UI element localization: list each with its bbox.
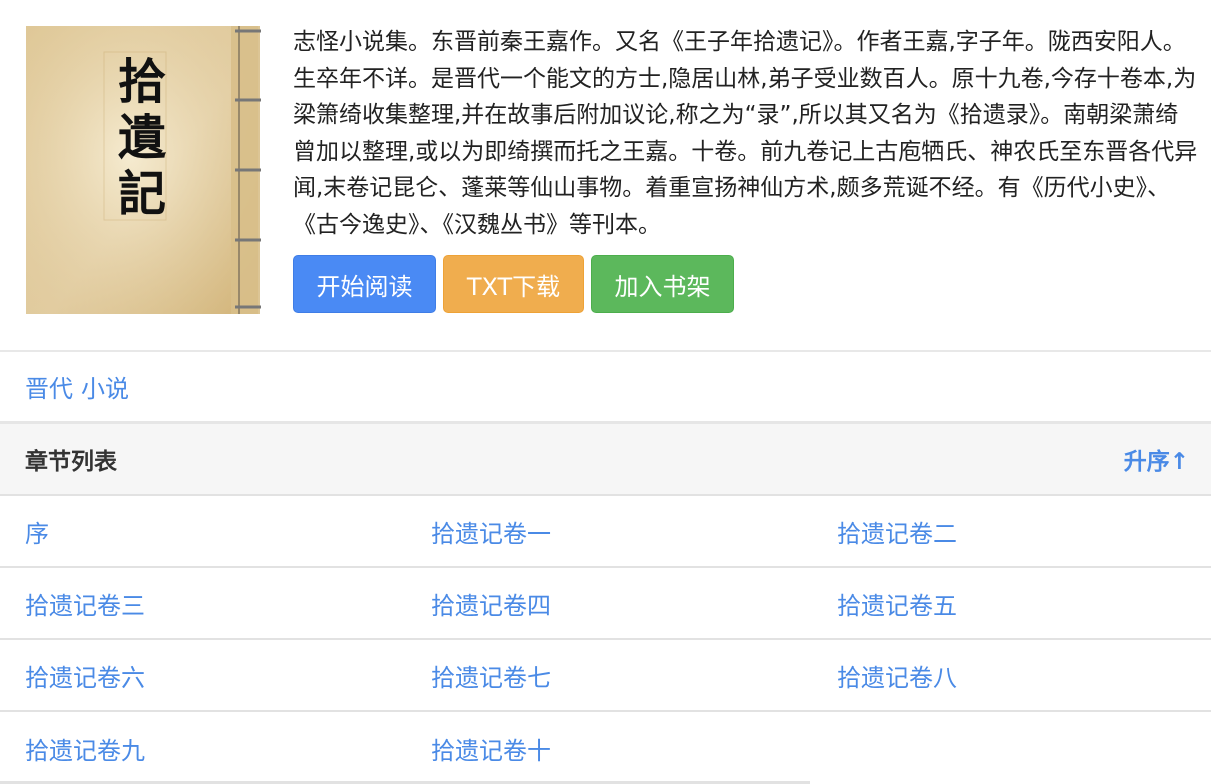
chapter-link-volume-10[interactable]: 拾遗记卷十 (431, 731, 551, 766)
chapter-cell: 拾遗记卷七 (406, 640, 812, 710)
chapter-cell: 拾遗记卷三 (0, 568, 406, 638)
tag-genre-link[interactable]: 小说 (81, 369, 129, 404)
chapter-cell: 拾遗记卷二 (812, 496, 1211, 566)
txt-download-button[interactable]: TXT下载 (443, 255, 584, 313)
book-header: 拾 遺 記 志怪小说集。东晋前秦王嘉作。又名《王子年拾遗记》。作者王嘉,字子年。… (0, 0, 1211, 352)
chapter-cell: 拾遗记卷十 (406, 712, 812, 784)
chapter-row: 拾遗记卷九 拾遗记卷十 (0, 712, 1211, 784)
chapter-link-volume-9[interactable]: 拾遗记卷九 (25, 731, 145, 766)
tag-dynasty-link[interactable]: 晋代 (25, 369, 73, 404)
chapter-link-volume-2[interactable]: 拾遗记卷二 (837, 514, 957, 549)
book-tags: 晋代 小说 (0, 352, 1211, 424)
chapter-list-title: 章节列表 (25, 449, 117, 475)
chapter-row: 拾遗记卷六 拾遗记卷七 拾遗记卷八 (0, 640, 1211, 712)
chapter-cell: 拾遗记卷一 (406, 496, 812, 566)
chapter-link-preface[interactable]: 序 (25, 514, 49, 549)
chapter-row: 序 拾遗记卷一 拾遗记卷二 (0, 496, 1211, 568)
chapter-cell: 拾遗记卷九 (0, 712, 406, 784)
chapter-row: 拾遗记卷三 拾遗记卷四 拾遗记卷五 (0, 568, 1211, 640)
cover-title-char-2: 遺 (118, 112, 167, 165)
cover-title-char-1: 拾 (118, 56, 166, 109)
start-reading-button[interactable]: 开始阅读 (293, 255, 436, 313)
cover-title-char-3: 記 (118, 168, 166, 221)
chapter-link-volume-6[interactable]: 拾遗记卷六 (25, 658, 145, 693)
book-cover-image: 拾 遺 記 (26, 26, 261, 314)
chapter-cell: 拾遗记卷六 (0, 640, 406, 710)
book-action-buttons: 开始阅读 TXT下载 加入书架 (293, 255, 734, 313)
chapter-link-volume-4[interactable]: 拾遗记卷四 (431, 586, 551, 621)
chapter-cell: 拾遗记卷五 (812, 568, 1211, 638)
chapter-link-volume-8[interactable]: 拾遗记卷八 (837, 658, 957, 693)
chapter-link-volume-7[interactable]: 拾遗记卷七 (431, 658, 551, 693)
chapter-cell: 拾遗记卷八 (812, 640, 1211, 710)
book-description: 志怪小说集。东晋前秦王嘉作。又名《王子年拾遗记》。作者王嘉,字子年。陇西安阳人。… (293, 29, 1198, 238)
chapter-list: 章节列表 升序↑ 序 拾遗记卷一 拾遗记卷二 拾遗记卷三 拾遗记卷四 拾遗记卷五… (0, 424, 1211, 784)
chapter-list-header: 章节列表 升序↑ (0, 424, 1211, 496)
chapter-cell: 拾遗记卷四 (406, 568, 812, 638)
sort-ascending-link[interactable]: 升序↑ (1124, 442, 1189, 476)
add-to-bookshelf-button[interactable]: 加入书架 (591, 255, 734, 313)
chapter-link-volume-5[interactable]: 拾遗记卷五 (837, 586, 957, 621)
chapter-cell: 序 (0, 496, 406, 566)
chapter-link-volume-1[interactable]: 拾遗记卷一 (431, 514, 551, 549)
chapter-link-volume-3[interactable]: 拾遗记卷三 (25, 586, 145, 621)
chapter-cell-empty (812, 712, 1211, 784)
